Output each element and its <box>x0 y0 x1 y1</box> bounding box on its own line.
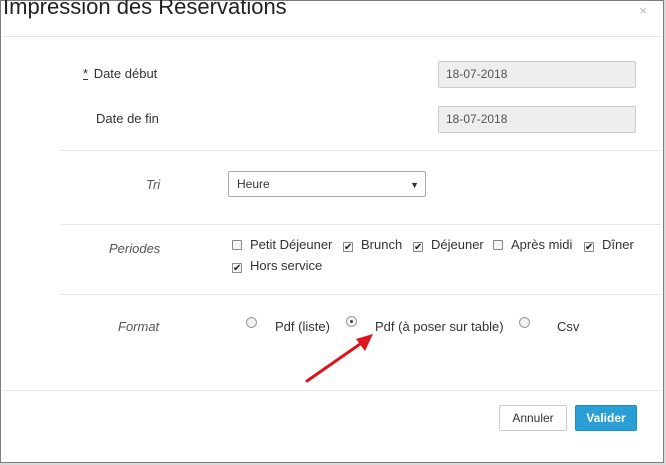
radio-csv-label[interactable]: Csv <box>557 319 579 334</box>
checkbox-checked-icon[interactable]: ✔ <box>232 263 242 274</box>
print-reservations-dialog: Impression des Réservations × * Date déb… <box>0 0 664 463</box>
radio-csv[interactable] <box>519 317 530 328</box>
checkbox-label: Dîner <box>602 237 634 252</box>
tri-select[interactable]: Heure ▼ <box>228 171 426 197</box>
tri-label: Tri <box>146 177 161 192</box>
checkbox-label: Après midi <box>511 237 573 252</box>
checkbox-label: Hors service <box>250 258 323 273</box>
date-fin-field[interactable]: 18-07-2018 <box>438 106 636 133</box>
chevron-down-icon: ▼ <box>410 180 419 190</box>
validate-button[interactable]: Valider <box>575 405 637 431</box>
radio-pdf-liste-label[interactable]: Pdf (liste) <box>275 319 330 334</box>
close-icon[interactable]: × <box>639 3 647 18</box>
checkbox-checked-icon[interactable]: ✔ <box>584 242 594 253</box>
date-debut-label: * Date début <box>83 66 157 81</box>
checkbox-label: Petit Déjeuner <box>250 237 333 252</box>
radio-pdf-table-label[interactable]: Pdf (à poser sur table) <box>375 319 504 334</box>
format-label: Format <box>118 319 160 334</box>
dialog-title: Impression des Réservations <box>3 0 287 19</box>
periode-apres-midi[interactable]: Après midi <box>493 237 572 252</box>
checkbox-label: Brunch <box>361 237 403 252</box>
tri-selected-value: Heure <box>237 177 270 191</box>
periode-hors-service[interactable]: ✔ Hors service <box>232 258 323 274</box>
radio-pdf-liste[interactable] <box>246 317 257 328</box>
date-debut-label-text: Date début <box>93 66 158 81</box>
checkbox-checked-icon[interactable]: ✔ <box>343 242 353 253</box>
checkbox-label: Déjeuner <box>431 237 484 252</box>
periode-dejeuner[interactable]: ✔ Déjeuner <box>413 237 484 253</box>
periode-brunch[interactable]: ✔ Brunch <box>343 237 403 253</box>
checkbox-icon[interactable] <box>493 240 503 250</box>
divider <box>3 390 661 391</box>
periode-petit-dejeuner[interactable]: Petit Déjeuner <box>232 237 332 252</box>
divider <box>61 294 661 295</box>
periodes-label: Periodes <box>109 241 161 256</box>
required-marker: * <box>83 66 89 81</box>
radio-pdf-table[interactable] <box>346 316 357 327</box>
checkbox-checked-icon[interactable]: ✔ <box>413 242 423 253</box>
divider <box>61 150 661 151</box>
divider <box>61 224 661 225</box>
divider <box>3 36 661 37</box>
cancel-button[interactable]: Annuler <box>499 405 567 431</box>
date-debut-field[interactable]: 18-07-2018 <box>438 61 636 88</box>
periode-diner[interactable]: ✔ Dîner <box>584 237 634 253</box>
checkbox-icon[interactable] <box>232 240 242 250</box>
date-fin-label: Date de fin <box>96 111 159 126</box>
